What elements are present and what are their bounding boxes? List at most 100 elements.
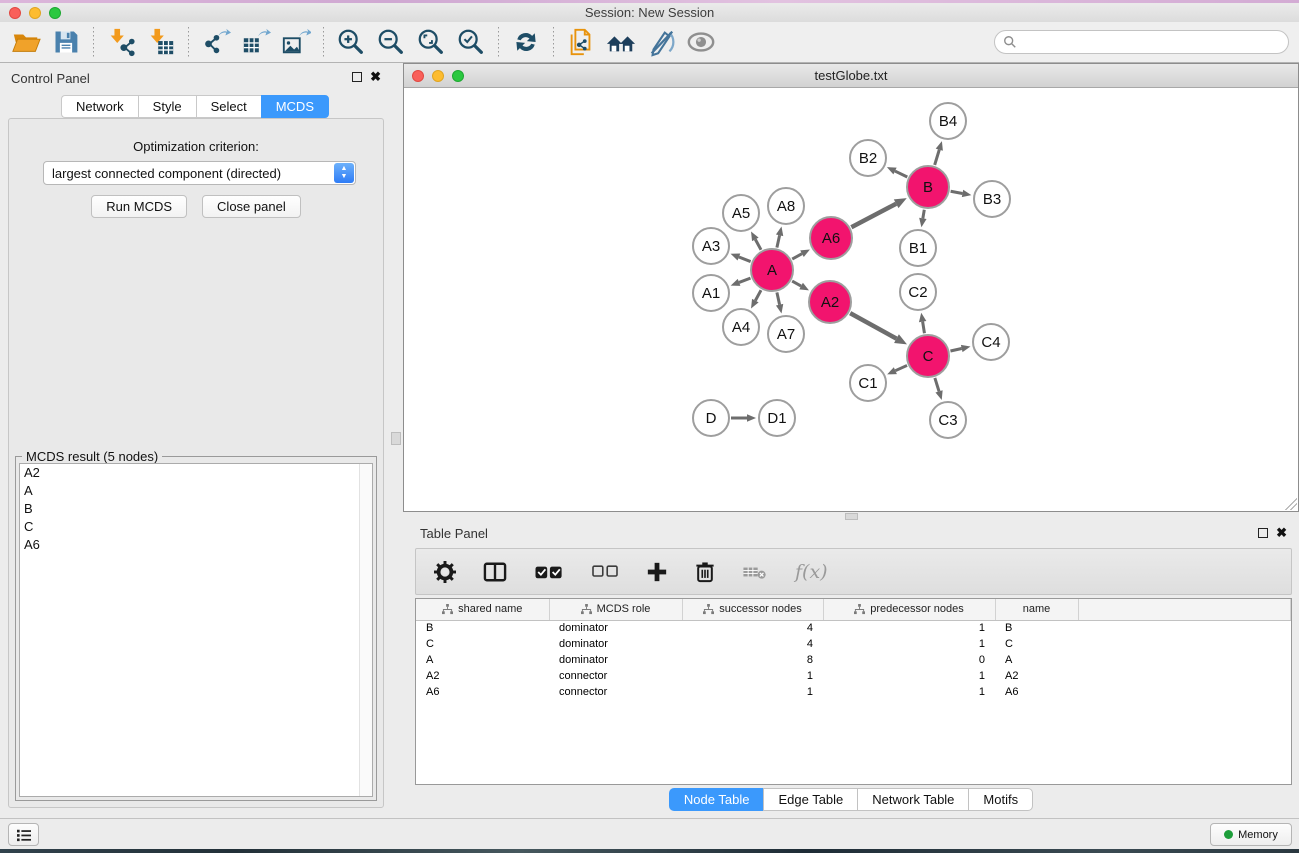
zoom-out-icon[interactable] (371, 24, 411, 60)
node-B1[interactable]: B1 (900, 230, 936, 266)
tab-motifs[interactable]: Motifs (968, 788, 1033, 811)
mcds-result-item[interactable]: C (20, 518, 372, 536)
cell-MCDS-role[interactable]: dominator (549, 636, 682, 652)
save-session-icon[interactable] (46, 24, 86, 60)
cell-shared-name[interactable]: A6 (416, 684, 549, 700)
close-panel-button[interactable]: Close panel (202, 195, 301, 218)
settings-gear-icon[interactable] (434, 561, 456, 583)
node-C4[interactable]: C4 (973, 324, 1009, 360)
node-B2[interactable]: B2 (850, 140, 886, 176)
mcds-result-item[interactable]: A2 (20, 464, 372, 482)
cell-predecessor-nodes[interactable]: 1 (823, 684, 995, 700)
edge-C-C4[interactable] (950, 345, 970, 352)
table-row-A2[interactable]: A2connector11A2 (416, 668, 1291, 684)
cell-successor-nodes[interactable]: 1 (682, 668, 823, 684)
table-row-C[interactable]: Cdominator41C (416, 636, 1291, 652)
import-network-icon[interactable] (101, 24, 141, 60)
table-row-A6[interactable]: A6connector11A6 (416, 684, 1291, 700)
node-D[interactable]: D (693, 400, 729, 436)
edge-A-A1[interactable] (731, 278, 751, 286)
edge-D-D1[interactable] (731, 414, 756, 422)
hide-annotations-icon[interactable] (641, 24, 681, 60)
zoom-selected-icon[interactable] (451, 24, 491, 60)
cell-successor-nodes[interactable]: 4 (682, 636, 823, 652)
node-A8[interactable]: A8 (768, 188, 804, 224)
result-list-scrollbar[interactable] (359, 464, 372, 796)
mcds-result-item[interactable]: A (20, 482, 372, 500)
node-A3[interactable]: A3 (693, 228, 729, 264)
edge-A-A6[interactable] (792, 249, 810, 259)
export-image-icon[interactable] (276, 24, 316, 60)
export-network-icon[interactable] (196, 24, 236, 60)
tab-mcds[interactable]: MCDS (261, 95, 329, 118)
zoom-fit-icon[interactable] (411, 24, 451, 60)
column-header-shared-name[interactable]: shared name (416, 599, 549, 620)
cell-name[interactable]: A2 (995, 668, 1078, 684)
table-row-B[interactable]: Bdominator41B (416, 620, 1291, 636)
optimization-criterion-select[interactable]: largest connected component (directed) ▲… (43, 161, 356, 185)
cell-shared-name[interactable]: C (416, 636, 549, 652)
edge-A-A4[interactable] (751, 290, 761, 308)
column-header-predecessor-nodes[interactable]: predecessor nodes (823, 599, 995, 620)
cell-predecessor-nodes[interactable]: 1 (823, 636, 995, 652)
node-A[interactable]: A (751, 249, 793, 291)
tab-node-table[interactable]: Node Table (669, 788, 764, 811)
show-graphics-details-icon[interactable] (681, 24, 721, 60)
node-A6[interactable]: A6 (810, 217, 852, 259)
node-B4[interactable]: B4 (930, 103, 966, 139)
node-B[interactable]: B (907, 166, 949, 208)
node-B3[interactable]: B3 (974, 181, 1010, 217)
open-file-icon[interactable] (6, 24, 46, 60)
table-panel-close-icon[interactable]: ✖ (1276, 525, 1287, 541)
select-all-rows-icon[interactable] (534, 563, 564, 581)
delete-column-trash-icon[interactable] (695, 561, 715, 583)
node-A1[interactable]: A1 (693, 275, 729, 311)
node-C2[interactable]: C2 (900, 274, 936, 310)
tab-edge-table[interactable]: Edge Table (763, 788, 857, 811)
edge-A2-C[interactable] (850, 313, 907, 344)
cell-MCDS-role[interactable]: dominator (549, 620, 682, 636)
tab-style[interactable]: Style (138, 95, 196, 118)
edge-C-C2[interactable] (919, 313, 926, 334)
refresh-layout-icon[interactable] (506, 24, 546, 60)
cell-MCDS-role[interactable]: connector (549, 668, 682, 684)
float-panel-icon[interactable] (352, 72, 362, 82)
cell-successor-nodes[interactable]: 8 (682, 652, 823, 668)
cell-shared-name[interactable]: A (416, 652, 549, 668)
cell-predecessor-nodes[interactable]: 1 (823, 668, 995, 684)
node-A7[interactable]: A7 (768, 316, 804, 352)
memory-button[interactable]: Memory (1210, 823, 1292, 846)
node-A4[interactable]: A4 (723, 309, 759, 345)
edge-B-B3[interactable] (951, 190, 972, 197)
close-panel-icon[interactable]: ✖ (370, 69, 381, 85)
horizontal-divider-grip[interactable] (845, 513, 858, 520)
node-C3[interactable]: C3 (930, 402, 966, 438)
mcds-result-item[interactable]: B (20, 500, 372, 518)
tab-network-table[interactable]: Network Table (857, 788, 968, 811)
node-C1[interactable]: C1 (850, 365, 886, 401)
edge-A-A2[interactable] (792, 281, 809, 290)
zoom-in-icon[interactable] (331, 24, 371, 60)
tab-network[interactable]: Network (61, 95, 138, 118)
table-row-A[interactable]: Adominator80A (416, 652, 1291, 668)
export-table-icon[interactable] (236, 24, 276, 60)
mcds-result-item[interactable]: A6 (20, 536, 372, 554)
edge-A-A5[interactable] (751, 231, 761, 249)
cell-predecessor-nodes[interactable]: 1 (823, 620, 995, 636)
run-mcds-button[interactable]: Run MCDS (91, 195, 187, 218)
window-resize-grip[interactable] (1285, 498, 1297, 510)
edge-C-C3[interactable] (935, 378, 943, 400)
network-canvas[interactable]: B4B2BB3B1A5A8A6A3AA1A2C2A4A7CC4C1C3DD1 (404, 88, 1298, 511)
column-header-successor-nodes[interactable]: successor nodes (682, 599, 823, 620)
column-header-name[interactable]: name (995, 599, 1078, 620)
edge-B-B4[interactable] (935, 141, 943, 165)
node-A2[interactable]: A2 (809, 281, 851, 323)
import-table-icon[interactable] (141, 24, 181, 60)
edge-B-B1[interactable] (919, 210, 926, 228)
cell-name[interactable]: C (995, 636, 1078, 652)
cell-shared-name[interactable]: B (416, 620, 549, 636)
edge-B-B2[interactable] (887, 167, 907, 177)
cell-name[interactable]: A (995, 652, 1078, 668)
column-layout-icon[interactable] (483, 561, 507, 583)
node-D1[interactable]: D1 (759, 400, 795, 436)
